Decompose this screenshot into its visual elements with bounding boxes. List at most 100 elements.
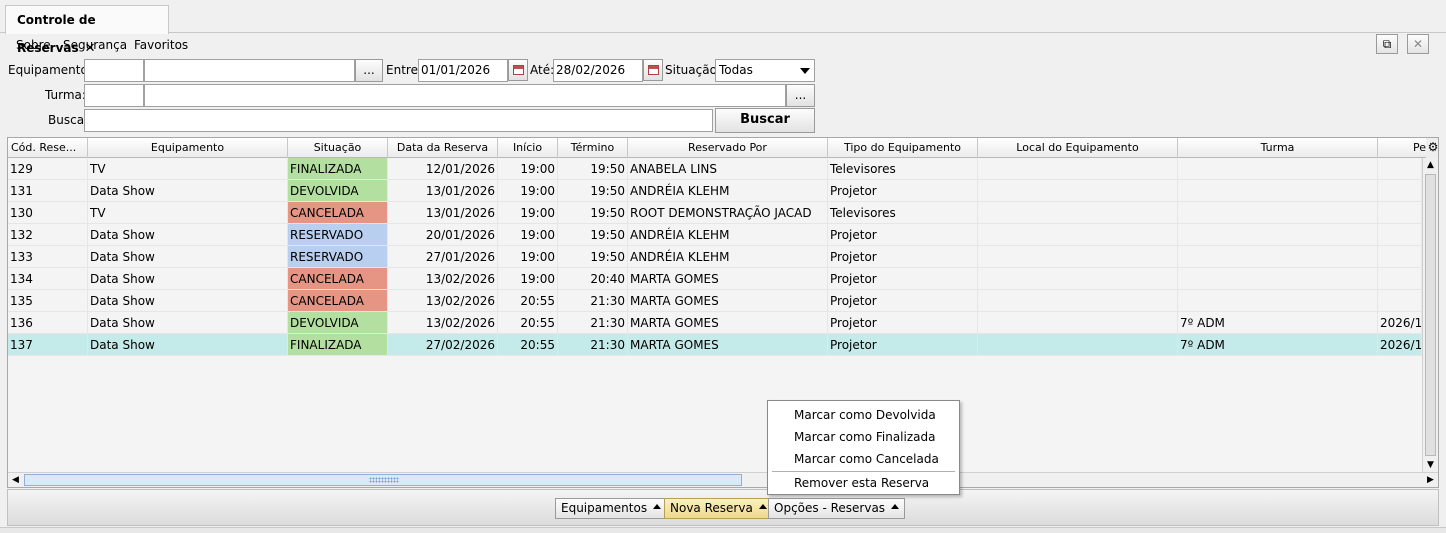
- cell-turma: [1178, 180, 1378, 202]
- busca-input[interactable]: [84, 109, 713, 132]
- equipamento-label: Equipamento:: [8, 63, 92, 77]
- equipamento-name-input[interactable]: [144, 59, 355, 82]
- column-header-codigo[interactable]: Cód. Rese...: [8, 138, 88, 158]
- vertical-scrollbar[interactable]: ▲ ▼: [1422, 158, 1438, 473]
- cell-local-do-equipamento: [978, 334, 1178, 356]
- equipamentos-label: Equipamentos: [561, 501, 648, 515]
- turma-name-input[interactable]: [144, 84, 786, 107]
- table-row[interactable]: 130 TV CANCELADA 13/01/2026 19:00 19:50 ROOT D…: [8, 202, 1422, 224]
- equipamento-browse-button[interactable]: ...: [355, 59, 383, 82]
- table-row[interactable]: 137 Data Show FINALIZADA 27/02/2026 20:55 21:…: [8, 334, 1422, 356]
- cell-turma: 7º ADM: [1178, 312, 1378, 334]
- cell-reservado-por: ANDRÉIA KLEHM: [628, 180, 828, 202]
- popout-icon[interactable]: ⧉: [1376, 34, 1398, 54]
- cell-periodo: [1378, 180, 1422, 202]
- menu-item-seguranca[interactable]: Segurança: [63, 38, 127, 52]
- cell-data-da-reserva: 13/01/2026: [388, 202, 498, 224]
- cell-termino: 21:30: [558, 290, 628, 312]
- table-row[interactable]: 135 Data Show CANCELADA 13/02/2026 20:55 21:3…: [8, 290, 1422, 312]
- cell-turma: 7º ADM: [1178, 334, 1378, 356]
- cell-situacao: CANCELADA: [288, 268, 388, 290]
- equipamento-code-input[interactable]: [84, 59, 144, 82]
- cell-inicio: 19:00: [498, 224, 558, 246]
- column-header-equipamento[interactable]: Equipamento: [88, 138, 288, 158]
- column-header-inicio[interactable]: Início: [498, 138, 558, 158]
- column-header-local-do-equipamento[interactable]: Local do Equipamento: [978, 138, 1178, 158]
- scroll-thumb[interactable]: [24, 474, 742, 486]
- cell-equipamento: TV: [88, 158, 288, 180]
- equipamentos-button[interactable]: Equipamentos: [555, 498, 668, 519]
- cell-local-do-equipamento: [978, 312, 1178, 334]
- column-header-data-da-reserva[interactable]: Data da Reserva: [388, 138, 498, 158]
- column-header-termino[interactable]: Término: [558, 138, 628, 158]
- busca-label: Busca:: [48, 113, 89, 127]
- cell-data-da-reserva: 12/01/2026: [388, 158, 498, 180]
- cell-equipamento: Data Show: [88, 334, 288, 356]
- column-header-tipo-do-equipamento[interactable]: Tipo do Equipamento: [828, 138, 978, 158]
- table-header: Cód. Rese... Equipamento Situação Data d…: [8, 138, 1438, 158]
- nova-reserva-label: Nova Reserva: [670, 501, 753, 515]
- table-row[interactable]: 129 TV FINALIZADA 12/01/2026 19:00 19:50 ANABE…: [8, 158, 1422, 180]
- scroll-down-icon[interactable]: ▼: [1423, 458, 1438, 473]
- cell-reservado-por: MARTA GOMES: [628, 290, 828, 312]
- cell-termino: 19:50: [558, 224, 628, 246]
- cell-situacao: DEVOLVIDA: [288, 312, 388, 334]
- table-row[interactable]: 132 Data Show RESERVADO 20/01/2026 19:00 19:5…: [8, 224, 1422, 246]
- column-header-turma[interactable]: Turma: [1178, 138, 1378, 158]
- menu-item-marcar-finalizada[interactable]: Marcar como Finalizada: [768, 426, 959, 448]
- table-row[interactable]: 136 Data Show DEVOLVIDA 13/02/2026 20:55 21:3…: [8, 312, 1422, 334]
- menu-item-sobre[interactable]: Sobre: [16, 38, 51, 52]
- cell-turma: [1178, 202, 1378, 224]
- menu-item-marcar-devolvida[interactable]: Marcar como Devolvida: [768, 404, 959, 426]
- scroll-thumb[interactable]: [1425, 174, 1436, 456]
- cell-data-da-reserva: 13/02/2026: [388, 268, 498, 290]
- cell-situacao: RESERVADO: [288, 224, 388, 246]
- turma-code-input[interactable]: [84, 84, 144, 107]
- tab-controle-de-reservas[interactable]: Controle de Reservas ✕: [5, 5, 169, 56]
- column-header-reservado-por[interactable]: Reservado Por: [628, 138, 828, 158]
- calendar-icon[interactable]: [508, 59, 528, 81]
- horizontal-scrollbar[interactable]: ◀ ▶: [8, 472, 1438, 487]
- cell-equipamento: Data Show: [88, 290, 288, 312]
- table-row[interactable]: 131 Data Show DEVOLVIDA 13/01/2026 19:00 19:5…: [8, 180, 1422, 202]
- cell-tipo-do-equipamento: Projetor: [828, 246, 978, 268]
- entre-date-input[interactable]: 01/01/2026: [418, 59, 508, 82]
- cell-turma: [1178, 290, 1378, 312]
- cell-situacao: DEVOLVIDA: [288, 180, 388, 202]
- cell-data-da-reserva: 13/01/2026: [388, 180, 498, 202]
- cell-reservado-por: ANABELA LINS: [628, 158, 828, 180]
- column-header-situacao[interactable]: Situação: [288, 138, 388, 158]
- cell-inicio: 19:00: [498, 268, 558, 290]
- cell-inicio: 20:55: [498, 290, 558, 312]
- situacao-select[interactable]: Todas: [715, 59, 815, 82]
- close-window-icon[interactable]: ✕: [1407, 34, 1429, 54]
- scroll-up-icon[interactable]: ▲: [1423, 158, 1438, 173]
- cell-reservado-por: MARTA GOMES: [628, 334, 828, 356]
- chevron-up-icon: [653, 504, 662, 509]
- cell-equipamento: TV: [88, 202, 288, 224]
- opcoes-reservas-button[interactable]: Opções - Reservas: [768, 498, 906, 519]
- cell-inicio: 19:00: [498, 202, 558, 224]
- menu-item-remover-reserva[interactable]: Remover esta Reserva: [768, 472, 959, 494]
- cell-tipo-do-equipamento: Projetor: [828, 312, 978, 334]
- calendar-icon[interactable]: [643, 59, 663, 81]
- menu-item-marcar-cancelada[interactable]: Marcar como Cancelada: [768, 448, 959, 470]
- scroll-right-icon[interactable]: ▶: [1423, 473, 1438, 487]
- scroll-left-icon[interactable]: ◀: [8, 473, 23, 487]
- cell-equipamento: Data Show: [88, 180, 288, 202]
- cell-situacao: FINALIZADA: [288, 334, 388, 356]
- entre-label: Entre:: [386, 63, 422, 77]
- cell-termino: 20:40: [558, 268, 628, 290]
- cell-inicio: 19:00: [498, 246, 558, 268]
- ate-date-input[interactable]: 28/02/2026: [553, 59, 643, 82]
- gear-icon[interactable]: ⚙: [1426, 138, 1438, 158]
- turma-browse-button[interactable]: ...: [786, 84, 815, 107]
- nova-reserva-button[interactable]: Nova Reserva: [664, 498, 773, 519]
- table-row[interactable]: 134 Data Show CANCELADA 13/02/2026 19:00 20:4…: [8, 268, 1422, 290]
- menu-item-favoritos[interactable]: Favoritos: [134, 38, 188, 52]
- table-row[interactable]: 133 Data Show RESERVADO 27/01/2026 19:00 19:5…: [8, 246, 1422, 268]
- cell-termino: 19:50: [558, 246, 628, 268]
- buscar-button[interactable]: Buscar: [715, 108, 815, 133]
- column-header-pe[interactable]: Pe: [1378, 138, 1426, 158]
- cell-codigo: 132: [8, 224, 88, 246]
